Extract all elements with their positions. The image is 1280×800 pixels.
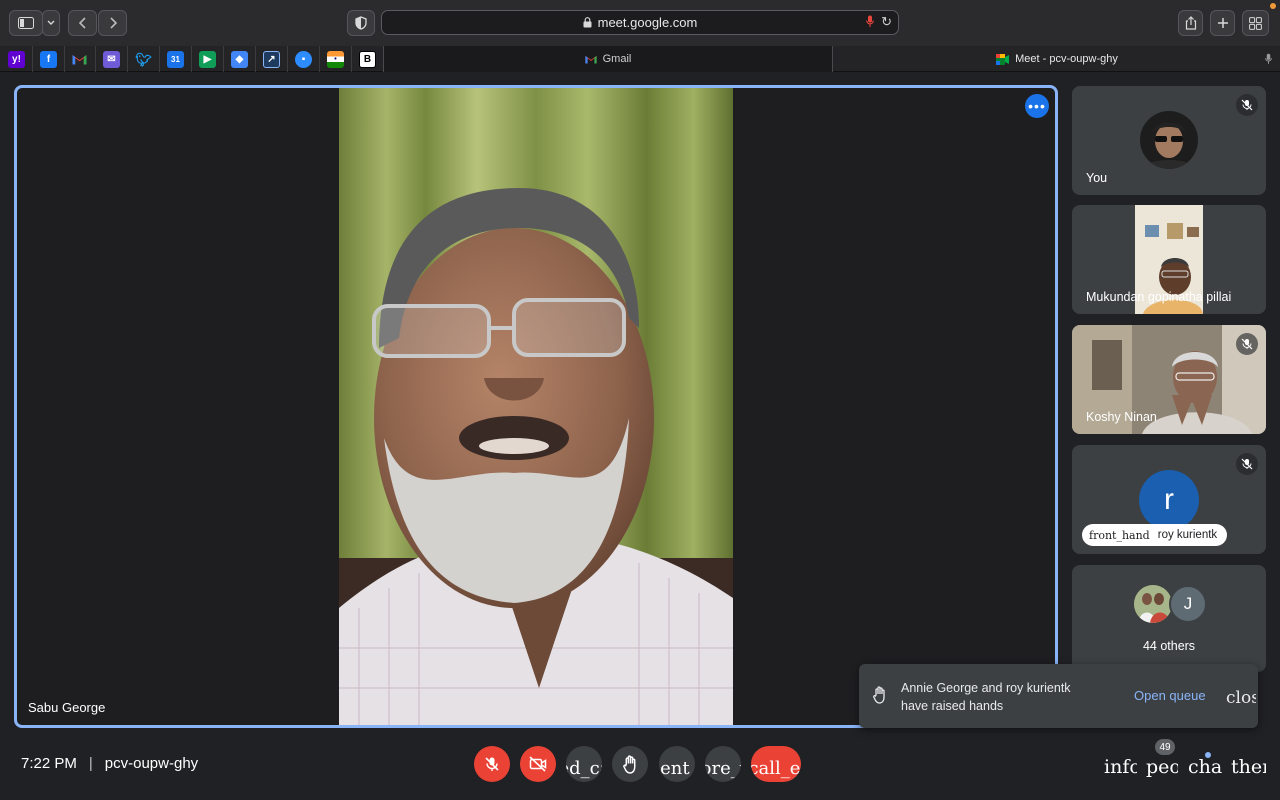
- chevron-right-icon: [109, 17, 117, 29]
- participant-tile-koshy[interactable]: Koshy Ninan: [1072, 325, 1266, 434]
- recording-indicator: [1270, 3, 1276, 9]
- plus-icon: [1217, 18, 1228, 28]
- captions-icon: closed_caption: [566, 757, 602, 779]
- lock-icon: [583, 17, 592, 28]
- separator: |: [88, 755, 93, 772]
- yahoo-icon[interactable]: y!: [8, 51, 25, 68]
- new-tab-button[interactable]: [1210, 10, 1235, 36]
- avatar: [1140, 111, 1198, 169]
- more-icon: more_vert: [705, 757, 741, 779]
- tab-label: Meet - pcv-oupw-ghy: [1015, 53, 1118, 65]
- toast-message: Annie George and roy kurientk have raise…: [901, 681, 1071, 713]
- meet-icon[interactable]: ▶: [199, 51, 216, 68]
- b-icon[interactable]: B: [359, 51, 376, 68]
- raised-hand-badge: front_hand roy kurientk: [1082, 524, 1228, 546]
- tab-label: Gmail: [602, 53, 632, 65]
- microphone-icon[interactable]: [866, 15, 874, 28]
- present-button[interactable]: present_to_all: [659, 746, 695, 782]
- forward-button[interactable]: [98, 10, 127, 36]
- tab-meet[interactable]: Meet - pcv-oupw-ghy: [834, 46, 1280, 72]
- meeting-time: 7:22 PM: [21, 755, 77, 772]
- muted-mic-icon: [1236, 94, 1258, 116]
- facebook-icon[interactable]: f: [40, 51, 57, 68]
- people-icon: people: [1146, 756, 1178, 778]
- tab-gmail[interactable]: Gmail: [383, 46, 833, 72]
- reload-icon[interactable]: ↻: [881, 14, 892, 30]
- raised-hands-toast: Annie George and roy kurientk have raise…: [859, 664, 1258, 728]
- share-button[interactable]: [1178, 10, 1203, 36]
- participant-name: roy kurientk: [1157, 529, 1218, 541]
- call-end-icon: call_end: [751, 757, 801, 779]
- meeting-details: 7:22 PM | pcv-oupw-ghy: [21, 755, 198, 772]
- toast-close-button[interactable]: close: [1226, 688, 1256, 708]
- mic-off-icon: [485, 757, 499, 771]
- participant-tile-others[interactable]: J 44 others: [1072, 565, 1266, 672]
- captions-button[interactable]: closed_caption: [566, 746, 602, 782]
- chat-button[interactable]: chat: [1188, 756, 1222, 778]
- participant-name: You: [1086, 171, 1108, 185]
- more-options-button[interactable]: more_vert: [705, 746, 741, 782]
- leave-call-button[interactable]: call_end: [751, 746, 801, 782]
- tab-microphone-icon[interactable]: [1265, 53, 1272, 65]
- tab-bar: y! f ✉ 🐦︎ 31 ▶ ◆ ↗ ▪ • B Gmail Meet - pc…: [0, 46, 1280, 72]
- twitter-icon[interactable]: 🐦︎: [135, 51, 152, 68]
- avatar: r: [1139, 470, 1199, 530]
- muted-mic-icon: [1236, 333, 1258, 355]
- main-speaker-tile[interactable]: ••• Sabu George: [14, 85, 1058, 728]
- meeting-info-button[interactable]: info: [1104, 756, 1137, 778]
- flag-india-icon[interactable]: •: [327, 51, 344, 68]
- participant-tile-you[interactable]: You: [1072, 86, 1266, 195]
- participant-name: Koshy Ninan: [1086, 410, 1157, 424]
- address-bar[interactable]: meet.google.com ↻: [381, 10, 899, 35]
- raised-hand-icon: front_hand: [1089, 528, 1150, 542]
- chevron-left-icon: [78, 17, 86, 29]
- others-count: 44 others: [1142, 639, 1196, 653]
- url-text: meet.google.com: [597, 15, 698, 30]
- hand-icon: [873, 686, 885, 704]
- tab-overview-button[interactable]: [1242, 10, 1269, 36]
- participant-name: Mukundan gopinatha pillai: [1086, 290, 1232, 304]
- camera-toggle-button[interactable]: [520, 746, 556, 782]
- privacy-report-button[interactable]: [347, 10, 375, 36]
- sidebar-menu-button[interactable]: [42, 10, 60, 36]
- people-button[interactable]: people: [1146, 756, 1178, 778]
- sidebar-icon: [18, 17, 34, 29]
- people-count-badge: 49: [1155, 739, 1175, 755]
- camera-off-icon: [529, 756, 547, 772]
- info-icon: info: [1104, 756, 1137, 778]
- chevron-down-icon: [47, 20, 55, 25]
- gmail-icon[interactable]: [71, 51, 88, 68]
- hand-icon: [622, 754, 635, 774]
- calendar-icon[interactable]: 31: [167, 51, 184, 68]
- raise-hand-button[interactable]: [612, 746, 648, 782]
- gmail-icon: [585, 55, 597, 63]
- avatar: J: [1169, 585, 1207, 623]
- activities-icon: therapy: [1231, 756, 1266, 778]
- present-icon: present_to_all: [659, 757, 695, 779]
- sidebar-toggle-button[interactable]: [9, 10, 43, 36]
- activities-button[interactable]: therapy: [1231, 756, 1266, 778]
- participant-tile-mukundan[interactable]: Mukundan gopinatha pillai: [1072, 205, 1266, 314]
- shield-icon: [355, 16, 367, 30]
- main-speaker-video: [339, 88, 733, 725]
- main-speaker-name: Sabu George: [28, 700, 106, 715]
- mic-toggle-button[interactable]: [474, 746, 510, 782]
- meet-icon: [996, 53, 1010, 65]
- more-options-icon[interactable]: •••: [1025, 94, 1049, 118]
- participant-tile-roy[interactable]: r front_hand roy kurientk: [1072, 445, 1266, 554]
- open-queue-button[interactable]: Open queue: [1134, 688, 1206, 703]
- chart-icon[interactable]: ↗: [263, 51, 280, 68]
- mail-icon[interactable]: ✉: [103, 51, 120, 68]
- grid-icon: [1249, 16, 1262, 30]
- avatar: [1134, 585, 1172, 623]
- muted-mic-icon: [1236, 453, 1258, 475]
- chat-icon: chat: [1188, 756, 1222, 778]
- meeting-code: pcv-oupw-ghy: [104, 755, 199, 772]
- share-icon: [1185, 16, 1196, 30]
- browser-toolbar: meet.google.com ↻: [0, 0, 1280, 46]
- maps-icon[interactable]: ◆: [231, 51, 248, 68]
- zoom-icon[interactable]: ▪: [295, 51, 312, 68]
- back-button[interactable]: [68, 10, 97, 36]
